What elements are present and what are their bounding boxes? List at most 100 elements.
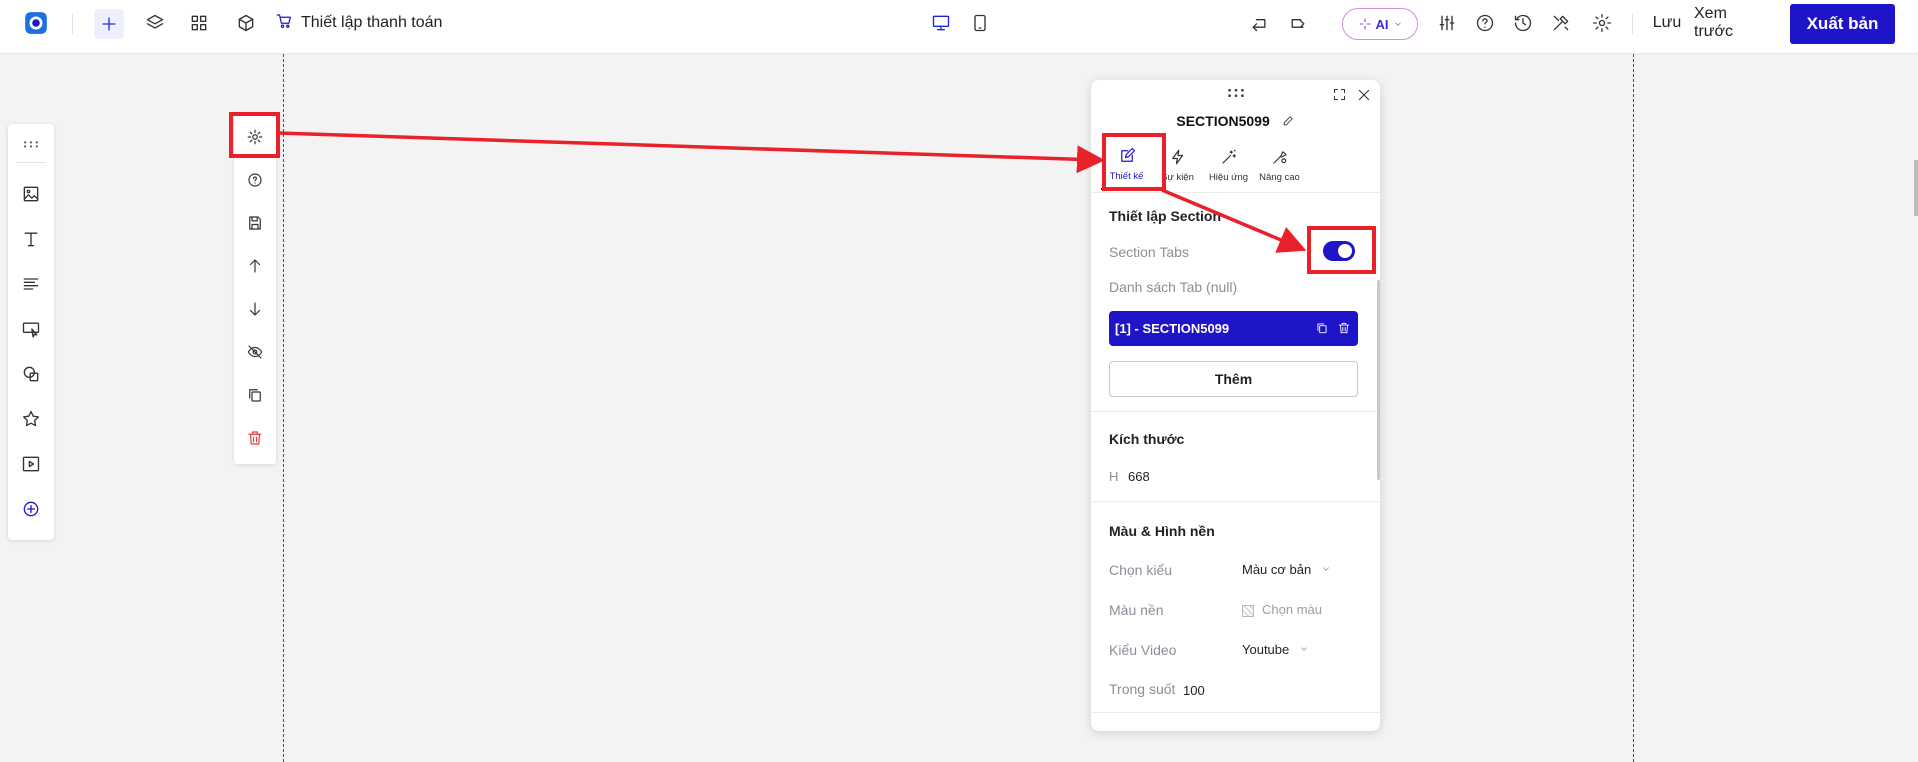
video-type-value: Youtube [1242,642,1290,657]
opacity-input[interactable]: 100 [1183,683,1205,698]
page-scrollbar[interactable] [1914,160,1918,216]
panel-title: SECTION5099 [1091,113,1380,129]
tablet-icon [974,14,986,32]
expand-icon [1334,89,1345,100]
help-icon [248,173,262,187]
history-icon [1514,14,1532,32]
bg-color-label: Màu nền [1109,602,1164,618]
section-tabs-label: Section Tabs [1109,244,1189,260]
redo-button[interactable] [1283,0,1313,46]
add-paragraph-button[interactable] [8,266,54,302]
help-button[interactable] [1470,0,1500,46]
toolbar-divider [1632,14,1633,34]
delete-section-button[interactable] [234,420,276,456]
adjustments-button[interactable] [1432,0,1462,46]
chevron-down-icon [1301,647,1307,651]
assets-button[interactable] [231,0,261,46]
checkout-settings-link[interactable]: Thiết lập thanh toán [275,0,442,46]
rename-pencil-icon[interactable] [1282,114,1295,127]
save-link[interactable]: Lưu [1646,0,1688,46]
add-shape-button[interactable] [8,356,54,392]
move-section-down-button[interactable] [234,291,276,327]
grid-icon [191,15,207,31]
trash-icon [1338,322,1350,334]
sliders-icon [1439,15,1455,31]
add-circle-icon [23,501,39,517]
ai-assistant-button[interactable]: AI [1342,8,1418,40]
gear-icon [247,129,263,145]
add-icon-button[interactable] [8,401,54,437]
section-settings-button[interactable] [234,119,276,155]
copy-tab-button[interactable] [1314,320,1330,336]
tab-label: Thiết kế [1109,170,1144,182]
help-icon [1476,14,1494,32]
add-text-button[interactable] [8,221,54,257]
panel-scrollbar[interactable] [1377,280,1380,480]
add-button-element[interactable] [8,311,54,347]
app-logo-icon[interactable] [20,0,52,46]
panel-drag-handle[interactable] [1225,86,1247,98]
height-label: H [1109,469,1119,484]
size-heading: Kích thước [1109,431,1185,447]
layers-button[interactable] [140,0,170,46]
tablet-view-button[interactable] [965,0,995,46]
arrow-down-icon [249,302,261,316]
tools-button[interactable] [1546,0,1576,46]
tools-icon [1553,15,1569,31]
chevron-down-icon [1323,567,1329,571]
style-select[interactable]: Màu cơ bản [1242,562,1331,577]
chevron-down-icon [1394,22,1401,26]
section-tabs-toggle[interactable] [1323,241,1355,261]
preview-link[interactable]: Xem trước [1694,0,1770,46]
video-type-select[interactable]: Youtube [1242,642,1309,657]
section-help-button[interactable] [234,162,276,198]
tab-events[interactable]: Sự kiện [1152,140,1203,190]
close-panel-button[interactable] [1356,87,1372,103]
history-button[interactable] [1508,0,1538,46]
section-save-button[interactable] [234,205,276,241]
redo-icon [1291,19,1305,28]
sparkle-icon [1359,18,1370,30]
panel-tabs: Thiết kế Sự kiện Hiệu ứng Nâng cao [1101,140,1305,190]
tab-label: Nâng cao [1259,171,1300,183]
height-input[interactable]: 668 [1128,469,1150,484]
bg-color-picker[interactable]: Chọn màu [1242,602,1322,617]
image-icon [23,186,39,202]
save-icon [249,216,261,230]
magic-wand-icon [1221,149,1236,164]
pages-button[interactable] [184,0,214,46]
section-settings-panel: SECTION5099 Thiết kế Sự kiện Hiệu ứng Nâ… [1091,80,1380,731]
tab-list-item[interactable]: [1] - SECTION5099 [1109,311,1358,346]
advanced-settings-icon [1272,150,1287,164]
undo-icon [1252,19,1266,32]
hide-section-button[interactable] [234,334,276,370]
text-icon [24,232,38,247]
tab-effects[interactable]: Hiệu ứng [1203,140,1254,190]
add-tab-button[interactable]: Thêm [1109,361,1358,397]
add-element-button[interactable] [94,9,124,39]
tab-design[interactable]: Thiết kế [1101,140,1152,190]
plus-icon [102,17,116,31]
add-more-button[interactable] [8,491,54,527]
delete-tab-button[interactable] [1336,320,1352,336]
settings-button[interactable] [1587,0,1617,46]
cart-icon [275,12,293,35]
copy-icon [1317,323,1327,334]
duplicate-section-button[interactable] [234,377,276,413]
undo-button[interactable] [1244,0,1274,46]
add-image-button[interactable] [8,176,54,212]
gear-icon [1593,14,1611,32]
add-video-button[interactable] [8,446,54,482]
canvas-right-guide [1633,54,1634,762]
toolbar-divider [16,162,46,163]
tab-advanced[interactable]: Nâng cao [1254,140,1305,190]
drag-handle[interactable] [8,126,54,162]
desktop-view-button[interactable] [926,0,956,46]
annotation-arrow [277,131,1105,174]
move-section-up-button[interactable] [234,248,276,284]
expand-panel-button[interactable] [1332,87,1348,103]
left-element-toolbar [8,124,54,540]
toolbar-divider [72,14,73,34]
publish-button[interactable]: Xuất bản [1790,4,1895,44]
panel-divider [1091,712,1380,713]
